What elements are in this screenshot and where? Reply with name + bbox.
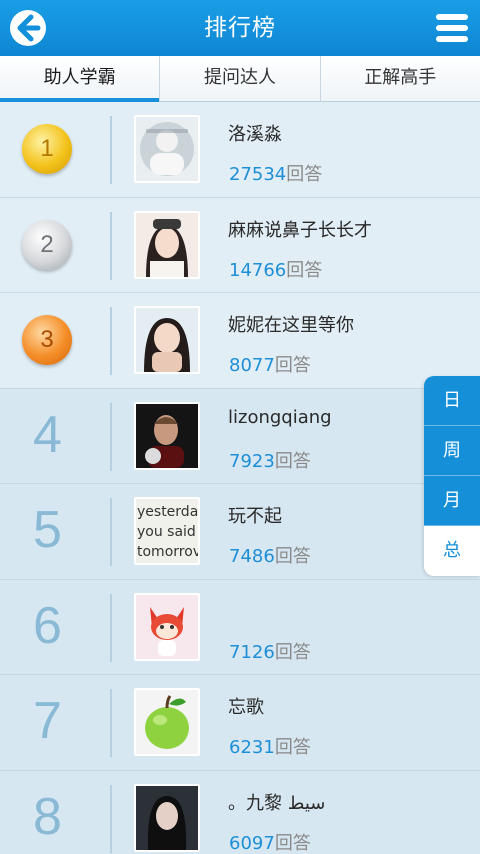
ranking-tabs: 助人学霸 提问达人 正解高手	[0, 56, 480, 102]
count-value: 7126	[229, 641, 275, 663]
avatar-text: tomorrov	[137, 544, 198, 560]
time-range-selector: 日 周 月 总	[424, 376, 480, 576]
avatar[interactable]	[134, 688, 200, 756]
count-label: 回答	[274, 355, 311, 376]
answer-count: 6231回答	[229, 733, 311, 759]
tab-correct-answers[interactable]: 正解高手	[321, 56, 480, 101]
user-name: lizongqiang	[228, 406, 332, 428]
rank-number: 6	[33, 596, 62, 655]
ranking-row[interactable]: 6 7126回答	[0, 579, 480, 675]
user-name: 。九黎 سيط	[228, 792, 326, 814]
range-total-button[interactable]: 总	[424, 526, 480, 576]
tab-askers[interactable]: 提问达人	[160, 56, 321, 101]
count-value: 8077	[229, 355, 275, 376]
answer-count: 7923回答	[229, 447, 311, 473]
count-label: 回答	[274, 737, 311, 758]
ranking-row[interactable]: 5 yesterda you said tomorrov 玩不起 7486回答	[0, 484, 480, 580]
rank-number: 7	[33, 692, 62, 750]
divider	[110, 402, 112, 471]
answer-count: 27534回答	[229, 160, 322, 186]
gold-medal-icon: 1	[22, 124, 72, 174]
user-name: 洛溪淼	[228, 124, 282, 145]
count-label: 回答	[274, 832, 311, 854]
answer-count: 6097回答	[229, 829, 311, 854]
rank-number: 4	[33, 405, 62, 464]
count-label: 回答	[286, 259, 323, 281]
count-value: 7923	[229, 450, 275, 472]
user-name: 玩不起	[228, 506, 282, 527]
range-week-button[interactable]: 周	[424, 426, 480, 476]
rank-number: 8	[33, 787, 62, 846]
ranking-row[interactable]: 1 洛溪淼 27534回答	[0, 102, 480, 198]
count-value: 6097	[229, 832, 275, 854]
avatar-text: you said	[137, 524, 196, 540]
ranking-row[interactable]: 7 忘歌 6231回答	[0, 675, 480, 771]
divider	[110, 784, 112, 853]
ranking-row[interactable]: 3 妮妮在这里等你 8077回答	[0, 293, 480, 389]
user-name: 妮妮在这里等你	[228, 315, 354, 336]
count-label: 回答	[274, 546, 311, 567]
user-name: 忘歌	[228, 697, 264, 718]
rank-cell: 1	[0, 102, 95, 197]
avatar-text: yesterda	[137, 504, 198, 520]
divider	[110, 116, 112, 184]
divider	[110, 593, 112, 662]
avatar[interactable]	[134, 783, 200, 852]
menu-icon	[436, 14, 468, 42]
ranking-row[interactable]: 4 lizongqiang 7923回答	[0, 388, 480, 484]
count-label: 回答	[274, 450, 311, 472]
range-day-button[interactable]: 日	[424, 376, 480, 426]
rank-cell: 3	[0, 293, 95, 388]
menu-button[interactable]	[432, 8, 472, 48]
count-label: 回答	[286, 164, 323, 185]
answer-count: 7126回答	[229, 638, 311, 664]
avatar[interactable]	[134, 306, 200, 374]
count-label: 回答	[274, 641, 311, 663]
silver-medal-icon: 2	[22, 219, 72, 270]
answer-count: 8077回答	[229, 351, 311, 377]
count-value: 14766	[229, 259, 287, 281]
avatar[interactable]: yesterda you said tomorrov	[134, 497, 200, 565]
user-name: 麻麻说鼻子长长才	[228, 219, 372, 241]
bronze-medal-icon: 3	[22, 315, 72, 365]
answer-count: 14766回答	[229, 256, 322, 282]
avatar[interactable]	[134, 401, 200, 470]
divider	[110, 307, 112, 375]
ranking-row[interactable]: 8 。九黎 سيط 6097回答	[0, 770, 480, 854]
page-title: 排行榜	[204, 15, 276, 41]
app-header: 排行榜	[0, 0, 480, 56]
ranking-list: 1 洛溪淼 27534回答 2 麻麻说鼻子长长才 14766回答 3 妮妮在这里…	[0, 102, 480, 854]
ranking-row[interactable]: 2 麻麻说鼻子长长才 14766回答	[0, 197, 480, 293]
avatar[interactable]	[134, 210, 200, 279]
avatar[interactable]	[134, 115, 200, 183]
divider	[110, 211, 112, 280]
avatar[interactable]	[134, 592, 200, 661]
count-value: 7486	[229, 546, 275, 567]
answer-count: 7486回答	[229, 542, 311, 568]
count-value: 6231	[229, 737, 275, 758]
rank-cell: 2	[0, 198, 95, 293]
divider	[110, 689, 112, 757]
tab-helpers[interactable]: 助人学霸	[0, 56, 161, 102]
count-value: 27534	[229, 164, 287, 185]
range-month-button[interactable]: 月	[424, 476, 480, 526]
divider	[110, 498, 112, 566]
rank-number: 5	[33, 501, 62, 559]
